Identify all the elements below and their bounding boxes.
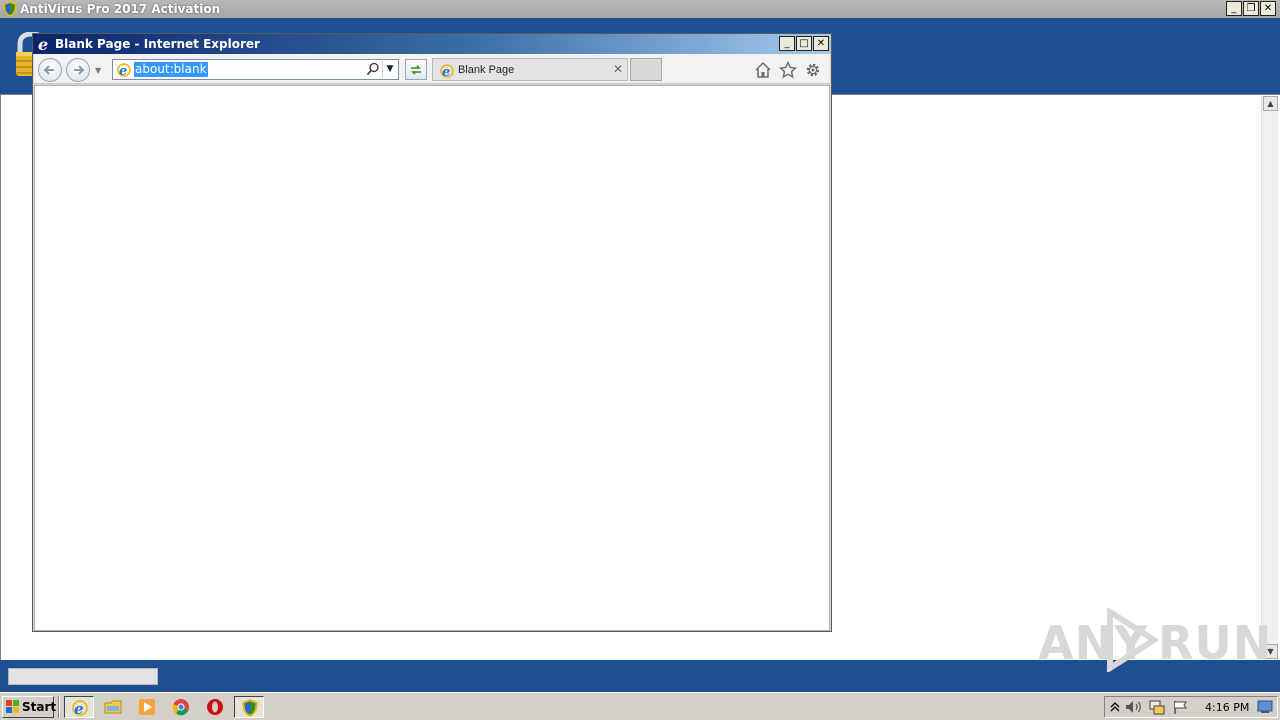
opera-icon (207, 699, 223, 715)
ie-page-icon: e (117, 63, 131, 78)
show-desktop-icon[interactable] (1257, 700, 1273, 714)
back-button[interactable] (38, 58, 62, 82)
forward-arrow-icon (74, 65, 85, 75)
system-clock[interactable]: 4:16 PM (1205, 701, 1249, 714)
show-hidden-icons-icon[interactable] (1110, 700, 1120, 714)
gear-icon[interactable] (804, 61, 822, 79)
back-arrow-icon (43, 65, 54, 75)
tab-blank-page[interactable]: e Blank Page ✕ (432, 58, 628, 81)
ie-minimize-button[interactable]: _ (779, 36, 795, 51)
scroll-up-arrow-icon[interactable]: ▲ (1263, 96, 1278, 111)
ie-close-button[interactable]: ✕ (813, 36, 829, 51)
shield-icon (3, 1, 17, 17)
tab-label: Blank Page (458, 64, 515, 76)
ie-window-title: Blank Page - Internet Explorer (55, 37, 260, 51)
favorites-star-icon[interactable] (779, 61, 797, 79)
address-input[interactable]: about:blank (134, 62, 208, 77)
close-button[interactable]: ✕ (1260, 1, 1276, 16)
taskbar-separator (58, 696, 60, 718)
vertical-scrollbar[interactable]: ▲ ▼ (1261, 96, 1278, 659)
svg-text:e: e (74, 700, 84, 717)
ie-page-content (34, 85, 830, 631)
anyrun-watermark: ANY RUN (1038, 608, 1271, 672)
network-icon[interactable] (1149, 700, 1165, 715)
ie-maximize-button[interactable]: □ (796, 36, 812, 51)
media-player-icon (139, 699, 155, 715)
ie-tab-icon: e (440, 64, 454, 79)
volume-icon[interactable] (1125, 700, 1143, 714)
internet-explorer-icon: e (72, 700, 88, 717)
app-caption-buttons: _ ❐ ✕ (1226, 1, 1276, 16)
app-titlebar: AntiVirus Pro 2017 Activation _ ❐ ✕ (0, 0, 1280, 18)
taskbar-chrome[interactable] (166, 696, 196, 718)
address-bar[interactable]: e about:blank ▼ (112, 59, 399, 80)
chrome-icon (172, 699, 189, 716)
activation-progress-bar (8, 668, 158, 685)
svg-text:e: e (38, 36, 48, 52)
start-button[interactable]: Start (2, 696, 57, 718)
address-dropdown-icon[interactable]: ▼ (382, 61, 397, 78)
search-icon[interactable] (366, 62, 380, 76)
action-center-flag-icon[interactable] (1173, 700, 1189, 715)
play-logo-icon (1107, 608, 1158, 672)
taskbar-media-player[interactable] (132, 696, 162, 718)
tab-close-icon[interactable]: ✕ (611, 62, 625, 76)
new-tab-button[interactable] (630, 58, 662, 81)
ie-navigation-toolbar: ▼ e about:blank ▼ e Blank Page ✕ (34, 54, 830, 84)
shield-icon (242, 699, 258, 717)
svg-text:e: e (119, 64, 127, 78)
compatibility-refresh-button[interactable] (405, 59, 427, 80)
svg-text:e: e (442, 65, 450, 79)
minimize-button[interactable]: _ (1226, 1, 1242, 16)
watermark-right-text: RUN (1158, 616, 1273, 670)
taskbar-opera[interactable] (200, 696, 230, 718)
taskbar-file-explorer[interactable] (98, 696, 128, 718)
restore-button[interactable]: ❐ (1243, 1, 1259, 16)
taskbar-antivirus-pro[interactable] (234, 696, 264, 718)
taskbar-internet-explorer[interactable]: e (64, 696, 94, 718)
refresh-arrows-icon (411, 65, 421, 75)
home-icon[interactable] (754, 61, 772, 79)
taskbar: Start e 4:16 PM (0, 692, 1280, 720)
system-tray: 4:16 PM (1104, 696, 1278, 718)
recent-pages-dropdown-icon[interactable]: ▼ (95, 66, 105, 75)
ie-titlebar[interactable]: e Blank Page - Internet Explorer _ □ ✕ (33, 34, 831, 54)
ie-caption-buttons: _ □ ✕ (779, 36, 829, 51)
folder-icon (104, 700, 122, 714)
internet-explorer-icon: e (38, 36, 48, 52)
forward-button[interactable] (66, 58, 90, 82)
app-title: AntiVirus Pro 2017 Activation (20, 2, 221, 16)
start-label: Start (22, 700, 57, 714)
internet-explorer-window: e Blank Page - Internet Explorer _ □ ✕ ▼… (32, 33, 832, 632)
windows-logo-icon (6, 700, 19, 713)
